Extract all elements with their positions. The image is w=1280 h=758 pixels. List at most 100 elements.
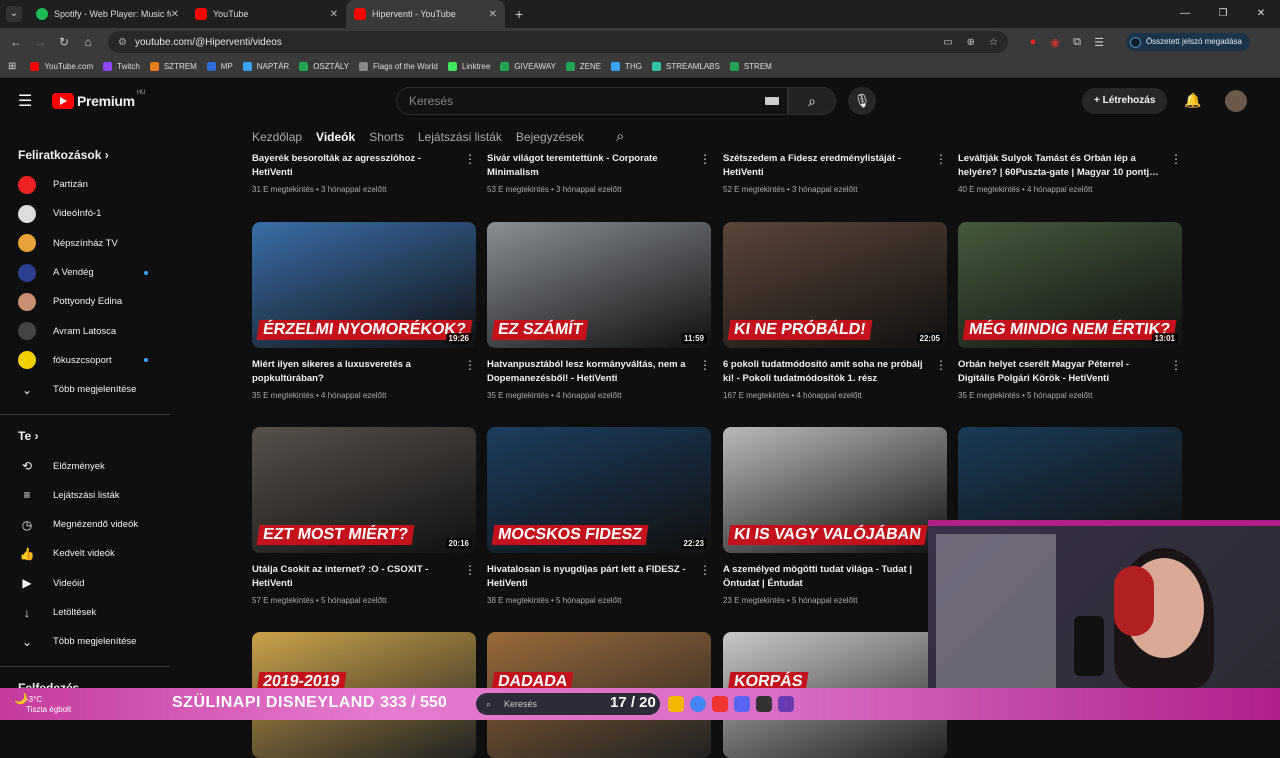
channel-tab[interactable]: Videók — [316, 130, 355, 148]
url-bar[interactable]: ⚙ youtube.com/@Hiperventi/videos ▭ ⊕ ☆ — [108, 31, 1008, 53]
app-icon[interactable] — [778, 696, 794, 712]
maximize-icon[interactable]: ❐ — [1204, 0, 1242, 28]
sidebar-you-item[interactable]: ◷ Megnézendő videók — [0, 510, 170, 539]
video-card[interactable]: Szétszedem a Fidesz eredménylistáját - H… — [723, 152, 947, 194]
search-button[interactable]: ⌕ — [788, 87, 836, 115]
sidebar-subscription-item[interactable]: VideóInfó-1 — [0, 199, 170, 228]
reload-icon[interactable]: ↻ — [52, 35, 76, 49]
video-title[interactable]: Utálja Csokit az internet? :O - CSOXIT -… — [252, 563, 457, 591]
voice-search-button[interactable]: 🎙 — [848, 87, 876, 115]
sidebar-you-item[interactable]: ≡ Lejátszási listák — [0, 481, 170, 510]
create-button[interactable]: + Létrehozás — [1082, 88, 1168, 114]
sidebar-subscription-item[interactable]: Avram Latosca — [0, 316, 170, 345]
video-title[interactable]: 6 pokoli tudatmódosító amit soha ne prób… — [723, 358, 928, 386]
channel-tab[interactable]: Shorts — [369, 130, 404, 148]
apps-grid-icon[interactable]: ⊞ — [8, 61, 16, 72]
channel-tab[interactable]: Lejátszási listák — [418, 130, 502, 148]
new-tab-button[interactable]: + — [515, 6, 523, 22]
bookmark-item[interactable]: Linktree — [447, 62, 490, 71]
video-thumbnail[interactable]: EZT MOST MIÉRT? 20:16 — [252, 427, 476, 553]
close-icon[interactable]: ✕ — [489, 9, 497, 20]
bookmark-item[interactable]: ZENE — [565, 62, 601, 71]
bookmark-item[interactable]: NAPTÁR — [242, 62, 289, 71]
notifications-bell-icon[interactable]: 🔔 — [1184, 92, 1201, 109]
video-card[interactable]: KI NE PRÓBÁLD! 22:05 6 pokoli tudatmódosít… — [723, 222, 947, 400]
channel-tab[interactable]: Bejegyzések — [516, 130, 584, 148]
video-title[interactable]: Sivár világot teremtettünk - Corporate M… — [487, 152, 692, 180]
site-info-icon[interactable]: ⚙ — [118, 37, 127, 48]
zoom-icon[interactable]: ⊕ — [967, 37, 975, 48]
account-avatar[interactable] — [1225, 90, 1247, 112]
opera-icon[interactable] — [712, 696, 728, 712]
video-card[interactable]: EZT MOST MIÉRT? 20:16 Utálja Csokit az int… — [252, 427, 476, 605]
more-options-icon[interactable]: ⋮ — [935, 358, 947, 372]
more-options-icon[interactable]: ⋮ — [464, 563, 476, 577]
video-card[interactable]: MÉG MINDIG NEM ÉRTIK? 13:01 Orbán helyet c… — [958, 222, 1182, 400]
video-card[interactable]: Bayerék besorolták az agresszióhoz - Het… — [252, 152, 476, 194]
profile-button[interactable]: Összetett jelszó megadása — [1125, 33, 1250, 51]
more-options-icon[interactable]: ⋮ — [464, 358, 476, 372]
search-input[interactable]: Keresés — [396, 87, 788, 115]
back-icon[interactable]: ← — [4, 35, 28, 49]
forward-icon[interactable]: → — [28, 35, 52, 49]
video-card[interactable]: Sivár világot teremtettünk - Corporate M… — [487, 152, 711, 194]
channel-search-icon[interactable]: ⌕ — [616, 128, 624, 145]
sidebar-you-item[interactable]: 👍 Kedvelt videók — [0, 539, 170, 568]
bookmark-item[interactable]: YouTube.com — [30, 62, 93, 71]
video-title[interactable]: Orbán helyet cserélt Magyar Péterrel - D… — [958, 358, 1163, 386]
video-title[interactable]: Miért ilyen sikeres a luxusveretés a pop… — [252, 358, 457, 386]
sidebar-you-item[interactable]: ▶ Videóid — [0, 569, 170, 598]
bookmark-item[interactable]: SZTREM — [149, 62, 197, 71]
video-thumbnail[interactable]: MÉG MINDIG NEM ÉRTIK? 13:01 — [958, 222, 1182, 348]
home-icon[interactable]: ⌂ — [76, 35, 100, 49]
tab-spotify[interactable]: Spotify - Web Player: Music for ✕ — [28, 0, 187, 28]
tab-hiperventi[interactable]: Hiperventi - YouTube ✕ — [346, 0, 505, 28]
sidebar-subscription-item[interactable]: ⌄ Több megjelenítése — [0, 375, 170, 404]
video-title[interactable]: Leváltják Sulyok Tamást és Orbán lép a h… — [958, 152, 1163, 180]
video-thumbnail[interactable]: EZ SZÁMÍT 11:59 — [487, 222, 711, 348]
weather-widget[interactable]: 🌙-3°C Tiszta égbolt — [14, 694, 71, 715]
video-card[interactable]: EZ SZÁMÍT 11:59 Hatvanpusztából lesz kormá… — [487, 222, 711, 400]
sidebar-subscription-item[interactable]: A Vendég — [0, 258, 170, 287]
close-icon[interactable]: ✕ — [330, 9, 338, 20]
sidebar-subscription-item[interactable]: fókuszcsoport — [0, 346, 170, 375]
video-title[interactable]: Hivatalosan is nyugdíjas párt lett a FID… — [487, 563, 692, 591]
bookmark-item[interactable]: OSZTÁLY — [299, 62, 349, 71]
keyboard-icon[interactable] — [765, 97, 779, 105]
more-options-icon[interactable]: ⋮ — [699, 563, 711, 577]
obs-icon[interactable] — [756, 696, 772, 712]
bookmark-item[interactable]: MP — [206, 62, 233, 71]
bookmark-item[interactable]: Flags of the World — [359, 62, 438, 71]
more-options-icon[interactable]: ⋮ — [699, 152, 711, 166]
sidebar-you-item[interactable]: ⌄ Több megjelenítése — [0, 627, 170, 656]
video-title[interactable]: A személyed mögötti tudat világa - Tudat… — [723, 563, 928, 591]
channel-tab[interactable]: Kezdőlap — [252, 130, 302, 148]
sidebar-you-item[interactable]: ⟲ Előzmények — [0, 451, 170, 480]
video-card[interactable]: Leváltják Sulyok Tamást és Orbán lép a h… — [958, 152, 1182, 194]
extension-red-icon[interactable]: ● — [1022, 36, 1044, 49]
video-thumbnail[interactable]: KI IS VAGY VALÓJÁBAN — [723, 427, 947, 553]
chrome-icon[interactable] — [690, 696, 706, 712]
bookmark-item[interactable]: STREM — [729, 62, 772, 71]
video-thumbnail[interactable]: KI NE PRÓBÁLD! 22:05 — [723, 222, 947, 348]
more-options-icon[interactable]: ⋮ — [464, 152, 476, 166]
close-window-icon[interactable]: ✕ — [1242, 0, 1280, 28]
sidebar-subscription-item[interactable]: Pottyondy Edina — [0, 287, 170, 316]
video-title[interactable]: Szétszedem a Fidesz eredménylistáját - H… — [723, 152, 928, 180]
more-options-icon[interactable]: ⋮ — [935, 152, 947, 166]
sidebar-subscription-item[interactable]: Népszínház TV — [0, 229, 170, 258]
bookmark-star-icon[interactable]: ☆ — [989, 37, 998, 48]
bookmark-item[interactable]: GIVEAWAY — [500, 62, 556, 71]
video-title[interactable]: Hatvanpusztából lesz kormányváltás, nem … — [487, 358, 692, 386]
discord-icon[interactable] — [734, 696, 750, 712]
close-icon[interactable]: ✕ — [171, 9, 179, 20]
video-thumbnail[interactable]: MOCSKOS FIDESZ 22:23 — [487, 427, 711, 553]
minimize-icon[interactable]: — — [1166, 0, 1204, 28]
sidebar-subscription-item[interactable]: Partizán — [0, 170, 170, 199]
youtube-premium-logo[interactable]: Premium HU — [52, 90, 145, 109]
sidebar-you-item[interactable]: ↓ Letöltések — [0, 598, 170, 627]
video-thumbnail[interactable]: ÉRZELMI NYOMORÉKOK? 19:26 — [252, 222, 476, 348]
more-options-icon[interactable]: ⋮ — [1170, 358, 1182, 372]
cast-icon[interactable]: ▭ — [943, 37, 952, 48]
video-card[interactable]: ÉRZELMI NYOMORÉKOK? 19:26 Miért ilyen sike… — [252, 222, 476, 400]
